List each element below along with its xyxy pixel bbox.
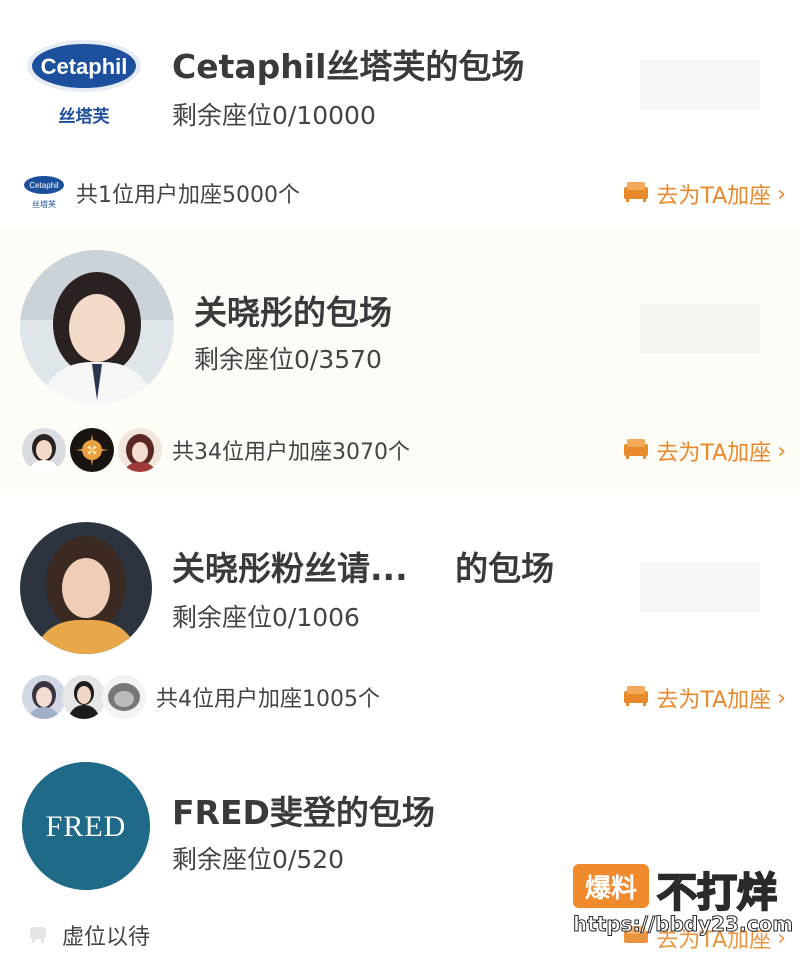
faded-decoration bbox=[640, 304, 760, 354]
package-card-fans[interactable]: 关晓彤粉丝请... 的包场 剩余座位0/1006 共4位用户加座1005个 去为… bbox=[0, 500, 800, 740]
join-label: 去为TA加座 bbox=[656, 441, 772, 466]
join-label: 去为TA加座 bbox=[656, 184, 772, 209]
user-avatar[interactable]: Cetaphil 丝塔芙 bbox=[22, 171, 66, 215]
users-row: 虚位以待 bbox=[22, 912, 150, 958]
remaining-seats: 剩余座位0/10000 bbox=[172, 101, 376, 130]
users-row: 共34位用户加座3070个 bbox=[22, 427, 410, 473]
user-avatar[interactable] bbox=[62, 675, 106, 719]
remaining-seats: 剩余座位0/3570 bbox=[194, 345, 382, 374]
user-avatar[interactable] bbox=[118, 428, 162, 472]
users-row: 共4位用户加座1005个 bbox=[22, 674, 380, 720]
sofa-icon bbox=[622, 683, 650, 713]
seat-icon bbox=[26, 921, 50, 949]
cetaphil-logo: Cetaphil 丝塔芙 bbox=[24, 36, 144, 132]
faded-decoration bbox=[640, 562, 760, 612]
svg-text:Cetaphil: Cetaphil bbox=[29, 181, 59, 190]
users-count-text: 共4位用户加座1005个 bbox=[156, 687, 380, 712]
host-avatar[interactable] bbox=[20, 250, 174, 404]
join-button[interactable]: 去为TA加座 › bbox=[622, 435, 786, 467]
user-avatar[interactable] bbox=[22, 428, 66, 472]
card-title: 关晓彤的包场 bbox=[194, 293, 392, 332]
svg-text:丝塔芙: 丝塔芙 bbox=[32, 199, 56, 209]
fred-logo[interactable]: FRED bbox=[22, 762, 150, 890]
watermark-badge: 爆料 bbox=[573, 864, 649, 908]
card-title: 关晓彤粉丝请... 的包场 bbox=[172, 542, 554, 590]
watermark-url: https://bbdy23.com bbox=[572, 912, 794, 937]
sofa-icon bbox=[622, 436, 650, 466]
join-label: 去为TA加座 bbox=[656, 688, 772, 713]
svg-text:Cetaphil: Cetaphil bbox=[41, 54, 128, 79]
host-avatar[interactable] bbox=[20, 522, 152, 654]
card-title: FRED斐登的包场 bbox=[172, 793, 435, 832]
card-title: Cetaphil丝塔芙的包场 bbox=[172, 47, 525, 86]
users-count-text: 共34位用户加座3070个 bbox=[172, 440, 410, 465]
faded-decoration bbox=[640, 60, 760, 110]
card-title-suffix: 的包场 bbox=[455, 549, 555, 588]
user-avatar[interactable] bbox=[70, 428, 114, 472]
join-button[interactable]: 去为TA加座 › bbox=[622, 178, 786, 210]
chevron-right-icon: › bbox=[777, 181, 786, 207]
sofa-icon bbox=[622, 179, 650, 209]
watermark-text: 不打烊 bbox=[656, 869, 778, 917]
remaining-seats: 剩余座位0/520 bbox=[172, 845, 345, 874]
package-card-cetaphil[interactable]: Cetaphil 丝塔芙 Cetaphil丝塔芙的包场 剩余座位0/10000 … bbox=[0, 0, 800, 222]
users-row: Cetaphil 丝塔芙 共1位用户加座5000个 bbox=[22, 170, 300, 216]
svg-text:FRED: FRED bbox=[46, 810, 127, 843]
card-title-name: 关晓彤粉丝请... bbox=[172, 549, 408, 588]
remaining-seats: 剩余座位0/1006 bbox=[172, 603, 360, 632]
watermark: 爆料 不打烊 https://bbdy23.com bbox=[572, 860, 794, 940]
chevron-right-icon: › bbox=[777, 685, 786, 711]
package-card-guanxiaotong[interactable]: 关晓彤的包场 剩余座位0/3570 共34位用户加座3070个 去为TA加座 › bbox=[0, 228, 800, 494]
users-count-text: 虚位以待 bbox=[62, 925, 151, 950]
users-count-text: 共1位用户加座5000个 bbox=[76, 183, 300, 208]
chevron-right-icon: › bbox=[777, 438, 786, 464]
user-avatar[interactable] bbox=[102, 675, 146, 719]
svg-text:丝塔芙: 丝塔芙 bbox=[59, 106, 111, 127]
user-avatar[interactable] bbox=[22, 675, 66, 719]
join-button[interactable]: 去为TA加座 › bbox=[622, 682, 786, 714]
